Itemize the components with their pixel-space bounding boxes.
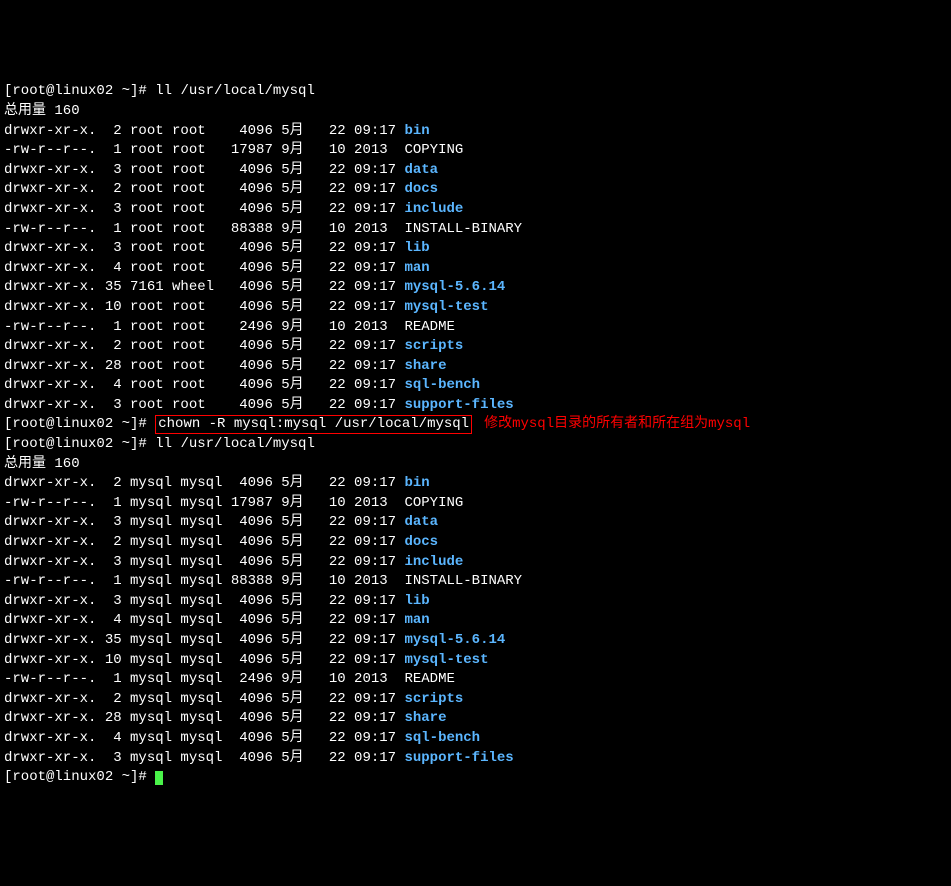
dir-name: sql-bench <box>404 730 480 746</box>
listing-row: drwxr-xr-x. 4 root root 4096 5月 22 09:17… <box>4 376 947 396</box>
command-line[interactable]: [root@linux02 ~]# <box>4 768 947 788</box>
dir-name: data <box>404 514 438 530</box>
listing-row: drwxr-xr-x. 3 root root 4096 5月 22 09:17… <box>4 239 947 259</box>
dir-name: support-files <box>404 397 513 413</box>
listing-row: drwxr-xr-x. 4 mysql mysql 4096 5月 22 09:… <box>4 611 947 631</box>
terminal-output[interactable]: [root@linux02 ~]# ll /usr/local/mysql总用量… <box>4 82 947 787</box>
dir-name: lib <box>404 593 429 609</box>
file-name: COPYING <box>404 142 463 158</box>
dir-name: mysql-5.6.14 <box>404 279 505 295</box>
listing-row: drwxr-xr-x. 3 mysql mysql 4096 5月 22 09:… <box>4 592 947 612</box>
listing-row: drwxr-xr-x. 3 mysql mysql 4096 5月 22 09:… <box>4 749 947 769</box>
total-line: 总用量 160 <box>4 455 947 475</box>
listing-row: drwxr-xr-x. 2 mysql mysql 4096 5月 22 09:… <box>4 690 947 710</box>
listing-row: drwxr-xr-x. 2 root root 4096 5月 22 09:17… <box>4 122 947 142</box>
dir-name: scripts <box>404 691 463 707</box>
file-name: INSTALL-BINARY <box>404 221 522 237</box>
dir-name: include <box>404 201 463 217</box>
shell-prompt: [root@linux02 ~]# <box>4 83 155 99</box>
dir-name: mysql-test <box>404 299 488 315</box>
listing-row: drwxr-xr-x. 2 root root 4096 5月 22 09:17… <box>4 337 947 357</box>
listing-row: drwxr-xr-x. 2 mysql mysql 4096 5月 22 09:… <box>4 533 947 553</box>
listing-row: drwxr-xr-x. 3 mysql mysql 4096 5月 22 09:… <box>4 553 947 573</box>
dir-name: bin <box>404 475 429 491</box>
file-name: INSTALL-BINARY <box>404 573 522 589</box>
command-line: [root@linux02 ~]# ll /usr/local/mysql <box>4 435 947 455</box>
command-text: ll /usr/local/mysql <box>155 83 315 99</box>
listing-row: -rw-r--r--. 1 root root 2496 9月 10 2013 … <box>4 318 947 338</box>
cursor-icon <box>155 771 163 785</box>
file-name: README <box>404 671 454 687</box>
dir-name: sql-bench <box>404 377 480 393</box>
dir-name: man <box>404 260 429 276</box>
listing-row: drwxr-xr-x. 28 mysql mysql 4096 5月 22 09… <box>4 709 947 729</box>
annotation-text: 修改mysql目录的所有者和所在组为mysql <box>484 416 750 432</box>
shell-prompt: [root@linux02 ~]# <box>4 769 155 785</box>
highlighted-command: chown -R mysql:mysql /usr/local/mysql <box>155 415 472 434</box>
listing-row: -rw-r--r--. 1 root root 88388 9月 10 2013… <box>4 220 947 240</box>
listing-row: drwxr-xr-x. 10 root root 4096 5月 22 09:1… <box>4 298 947 318</box>
listing-row: drwxr-xr-x. 28 root root 4096 5月 22 09:1… <box>4 357 947 377</box>
dir-name: man <box>404 612 429 628</box>
dir-name: mysql-5.6.14 <box>404 632 505 648</box>
listing-row: drwxr-xr-x. 3 root root 4096 5月 22 09:17… <box>4 161 947 181</box>
listing-row: -rw-r--r--. 1 mysql mysql 2496 9月 10 201… <box>4 670 947 690</box>
file-name: README <box>404 319 454 335</box>
dir-name: docs <box>404 534 438 550</box>
dir-name: include <box>404 554 463 570</box>
command-text: ll /usr/local/mysql <box>155 436 315 452</box>
listing-row: drwxr-xr-x. 4 mysql mysql 4096 5月 22 09:… <box>4 729 947 749</box>
listing-row: drwxr-xr-x. 35 mysql mysql 4096 5月 22 09… <box>4 631 947 651</box>
dir-name: share <box>404 710 446 726</box>
listing-row: drwxr-xr-x. 3 root root 4096 5月 22 09:17… <box>4 396 947 416</box>
listing-row: drwxr-xr-x. 2 root root 4096 5月 22 09:17… <box>4 180 947 200</box>
listing-row: -rw-r--r--. 1 mysql mysql 88388 9月 10 20… <box>4 572 947 592</box>
listing-row: drwxr-xr-x. 35 7161 wheel 4096 5月 22 09:… <box>4 278 947 298</box>
file-name: COPYING <box>404 495 463 511</box>
shell-prompt: [root@linux02 ~]# <box>4 436 155 452</box>
listing-row: drwxr-xr-x. 10 mysql mysql 4096 5月 22 09… <box>4 651 947 671</box>
dir-name: data <box>404 162 438 178</box>
dir-name: support-files <box>404 750 513 766</box>
listing-row: -rw-r--r--. 1 mysql mysql 17987 9月 10 20… <box>4 494 947 514</box>
command-line: [root@linux02 ~]# chown -R mysql:mysql /… <box>4 415 947 435</box>
total-line: 总用量 160 <box>4 102 947 122</box>
dir-name: lib <box>404 240 429 256</box>
shell-prompt: [root@linux02 ~]# <box>4 416 155 432</box>
listing-row: drwxr-xr-x. 3 root root 4096 5月 22 09:17… <box>4 200 947 220</box>
listing-row: drwxr-xr-x. 4 root root 4096 5月 22 09:17… <box>4 259 947 279</box>
listing-row: drwxr-xr-x. 2 mysql mysql 4096 5月 22 09:… <box>4 474 947 494</box>
listing-row: -rw-r--r--. 1 root root 17987 9月 10 2013… <box>4 141 947 161</box>
dir-name: scripts <box>404 338 463 354</box>
dir-name: mysql-test <box>404 652 488 668</box>
dir-name: docs <box>404 181 438 197</box>
dir-name: bin <box>404 123 429 139</box>
dir-name: share <box>404 358 446 374</box>
command-line: [root@linux02 ~]# ll /usr/local/mysql <box>4 82 947 102</box>
listing-row: drwxr-xr-x. 3 mysql mysql 4096 5月 22 09:… <box>4 513 947 533</box>
